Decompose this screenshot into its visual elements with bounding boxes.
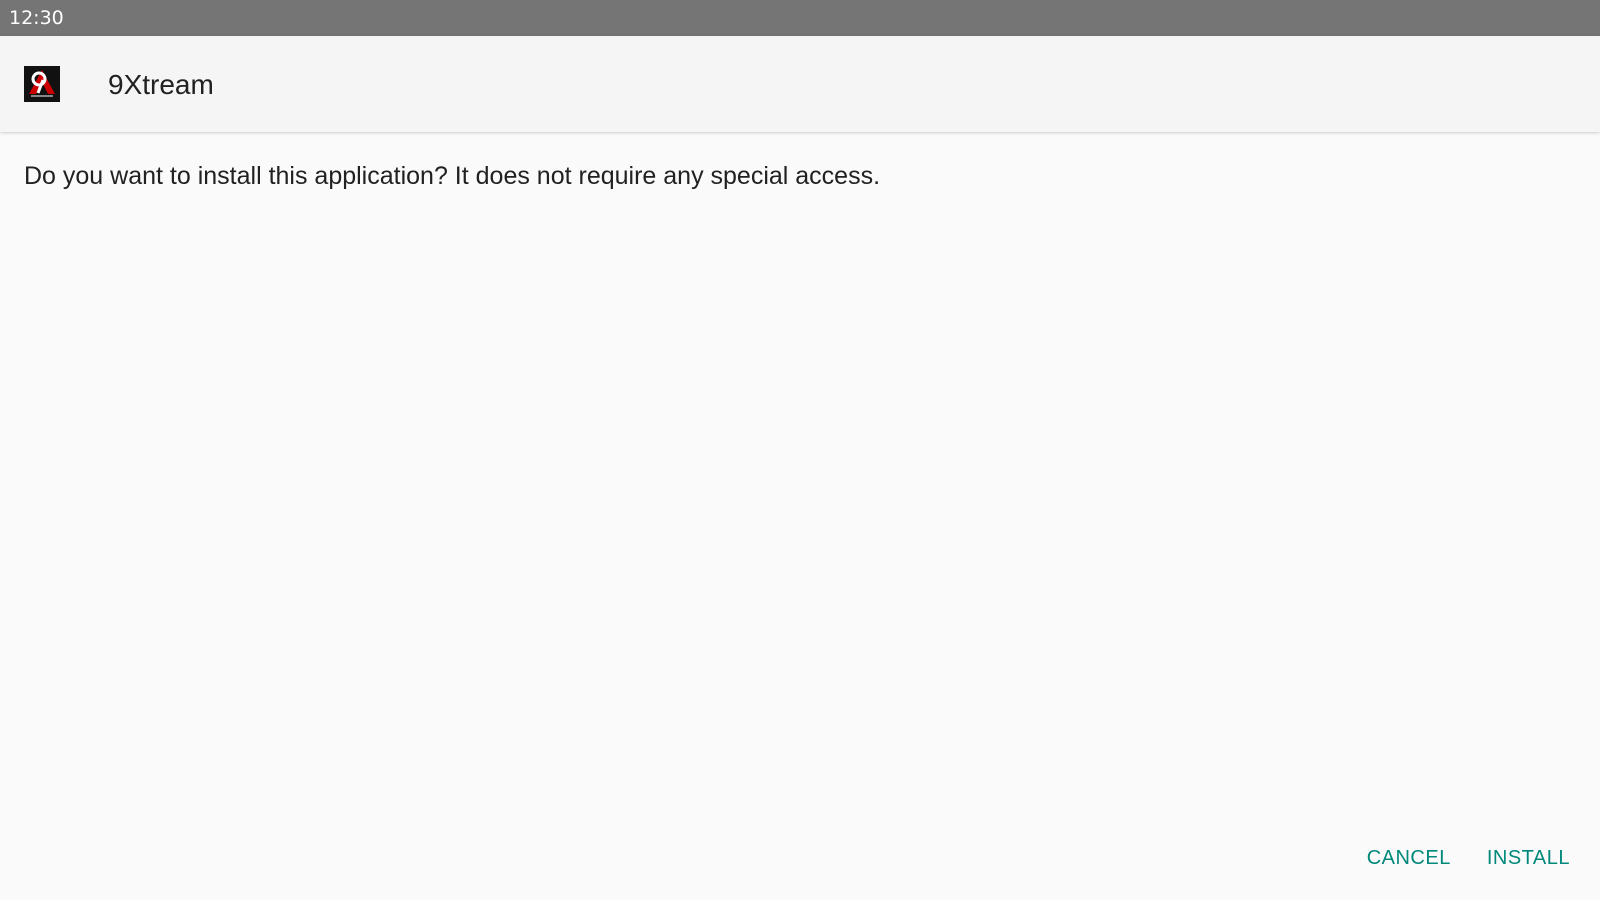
install-message: Do you want to install this application?… xyxy=(24,162,881,190)
install-button[interactable]: INSTALL xyxy=(1487,847,1570,870)
status-time: 12:30 xyxy=(9,7,64,29)
app-header: 9Xtream xyxy=(0,36,1600,132)
dialog-actions: CANCEL INSTALL xyxy=(1367,847,1570,870)
app-title: 9Xtream xyxy=(108,69,214,100)
cancel-button[interactable]: CANCEL xyxy=(1367,847,1451,870)
status-bar: 12:30 xyxy=(0,0,1600,36)
app-logo-icon xyxy=(24,66,60,102)
